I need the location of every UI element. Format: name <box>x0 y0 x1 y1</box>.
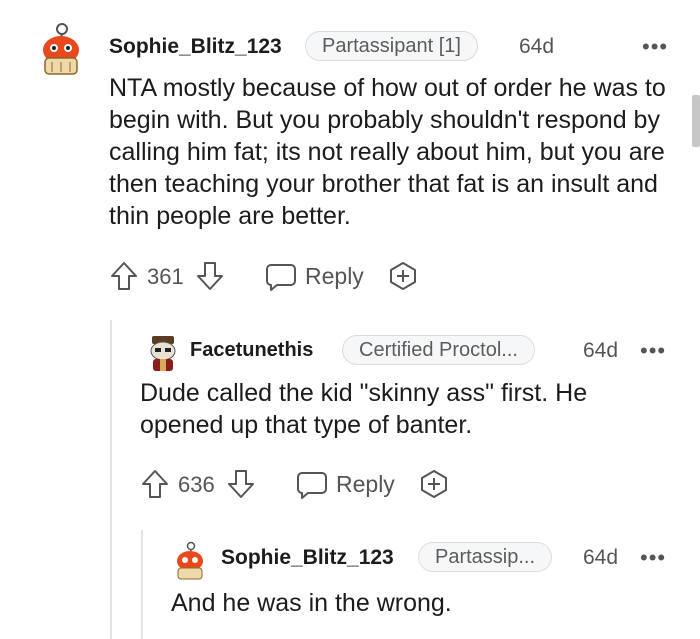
user-flair: Partassip... <box>418 542 553 572</box>
snoo-avatar-icon <box>150 336 176 371</box>
upvote-arrow-icon <box>111 262 137 290</box>
reply-label: Reply <box>336 470 395 497</box>
snoo-avatar-icon <box>177 541 203 580</box>
upvote-button[interactable] <box>109 260 139 292</box>
add-award-icon <box>390 262 416 290</box>
timestamp: 64d <box>519 35 555 58</box>
user-flair: Certified Proctol... <box>342 335 535 365</box>
username[interactable]: Sophie_Blitz_123 <box>109 35 282 59</box>
username[interactable]: Sophie_Blitz_123 <box>221 546 394 570</box>
reply-button[interactable]: Reply <box>265 260 364 292</box>
speech-bubble-icon <box>266 264 296 291</box>
downvote-arrow-icon <box>197 262 223 290</box>
snoo-avatar-icon <box>43 23 79 75</box>
vote-score: 361 <box>147 264 184 289</box>
comment-actions: 361 Reply <box>109 260 439 294</box>
award-button[interactable] <box>418 468 450 500</box>
timestamp: 64d <box>583 339 619 362</box>
reply-label: Reply <box>305 262 364 289</box>
comment-actions: 636 Reply <box>140 468 460 502</box>
avatar[interactable] <box>172 540 208 580</box>
timestamp: 64d <box>583 546 619 569</box>
comment-body: Dude called the kid "skinny ass" first. … <box>140 379 588 439</box>
downvote-button[interactable] <box>226 468 256 500</box>
thread-line-level-2[interactable] <box>141 530 143 639</box>
upvote-button[interactable] <box>140 468 170 500</box>
upvote-arrow-icon <box>142 470 168 498</box>
scrollbar-thumb[interactable] <box>692 95 700 147</box>
speech-bubble-icon <box>297 472 327 499</box>
comment-body: And he was in the wrong. <box>171 589 452 617</box>
add-award-icon <box>421 470 447 498</box>
user-flair: Partassipant [1] <box>305 31 478 61</box>
thread-line-level-1[interactable] <box>110 320 112 639</box>
vote-score: 636 <box>178 472 215 497</box>
username[interactable]: Facetunethis <box>190 339 313 362</box>
downvote-arrow-icon <box>228 470 254 498</box>
award-button[interactable] <box>387 260 419 292</box>
more-options-icon[interactable]: ••• <box>640 340 666 362</box>
downvote-button[interactable] <box>195 260 225 292</box>
more-options-icon[interactable]: ••• <box>642 36 668 58</box>
reply-button[interactable]: Reply <box>296 468 395 500</box>
avatar[interactable] <box>36 20 86 76</box>
avatar[interactable] <box>146 334 180 372</box>
more-options-icon[interactable]: ••• <box>640 547 666 569</box>
comment-body: NTA mostly because of how out of order h… <box>109 74 666 230</box>
